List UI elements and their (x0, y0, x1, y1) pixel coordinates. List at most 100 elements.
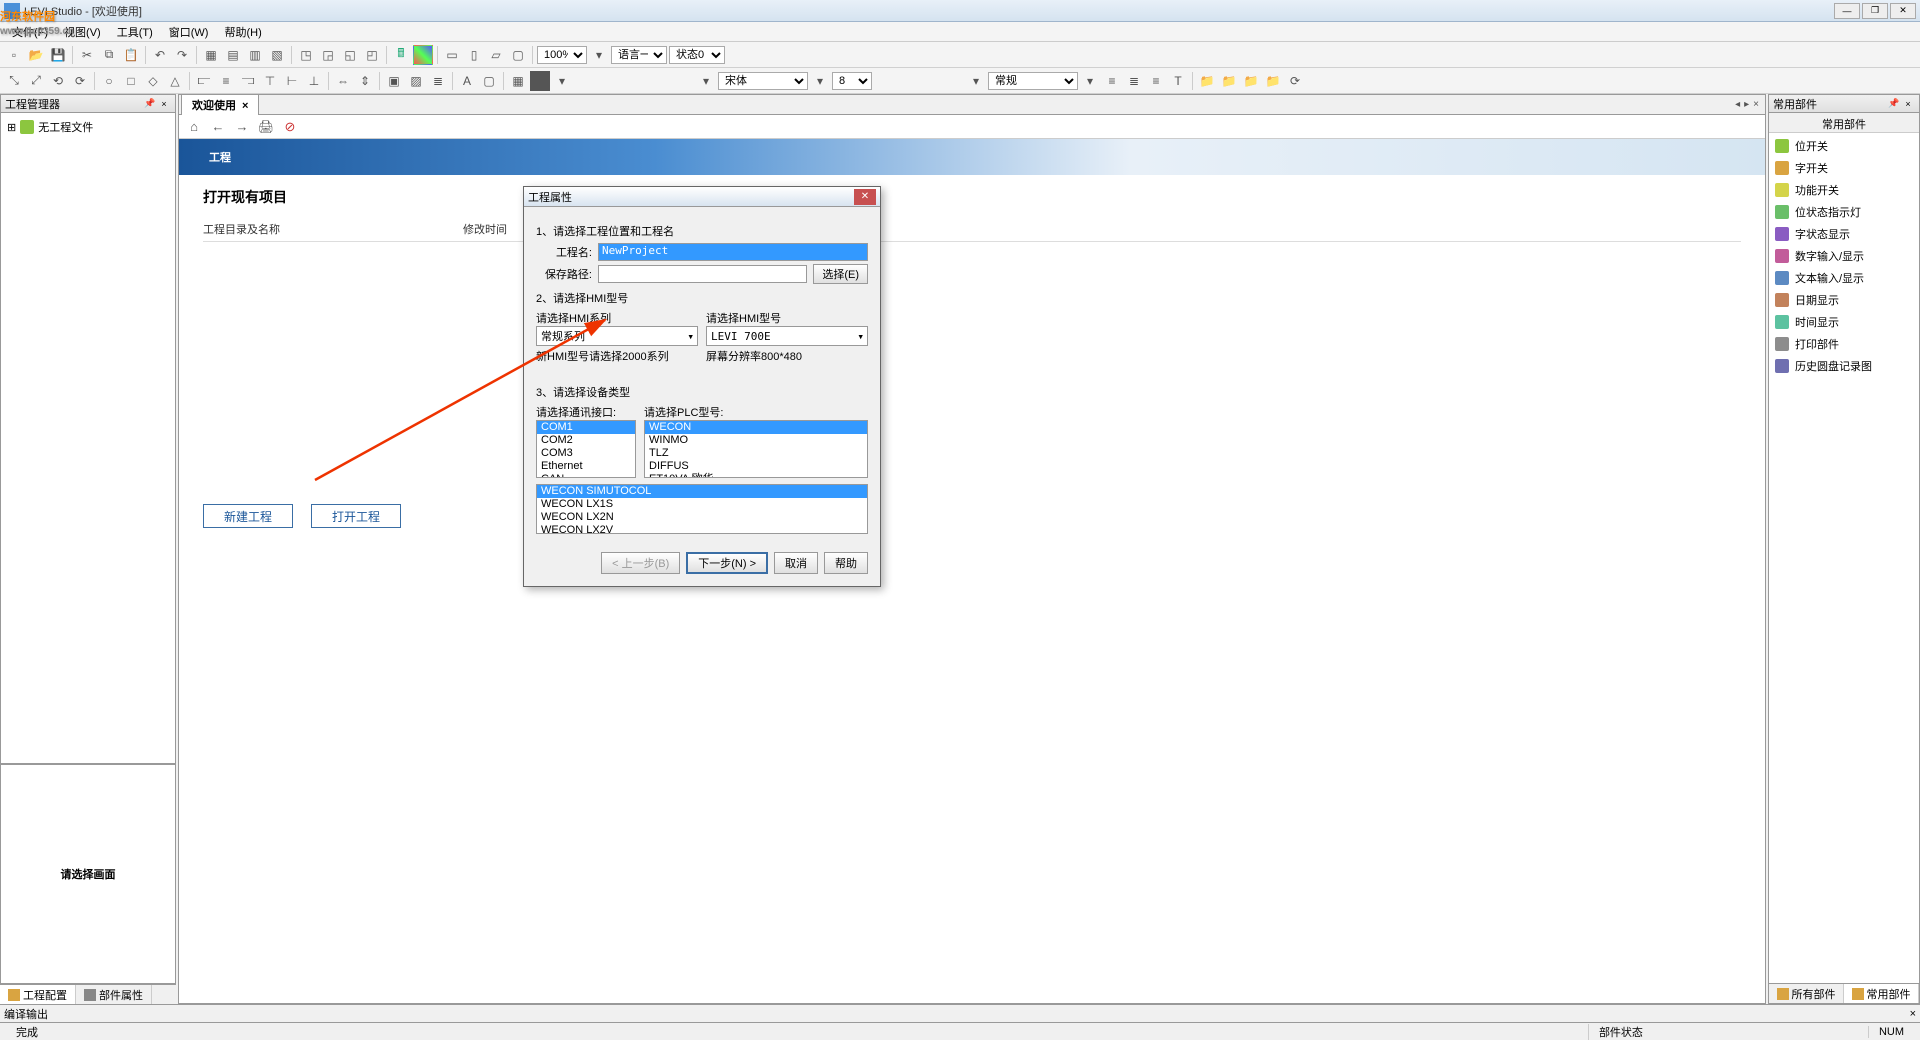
pin-icon[interactable]: 📌 (1887, 97, 1901, 111)
text-box-icon[interactable]: ▢ (479, 71, 499, 91)
list-item[interactable]: ET10VA 欧华 (645, 473, 867, 478)
back-icon[interactable]: ← (209, 118, 227, 136)
align-text-center-icon[interactable]: ≣ (1124, 71, 1144, 91)
text-icon[interactable]: A (457, 71, 477, 91)
close-tab-icon[interactable]: × (242, 100, 248, 112)
list-item[interactable]: WECON LX1S (537, 498, 867, 511)
list-item[interactable]: TLZ (645, 447, 867, 460)
align-icon[interactable]: ⤡ (4, 71, 24, 91)
document-tab-welcome[interactable]: 欢迎使用× (181, 94, 259, 115)
component-item[interactable]: 数字输入/显示 (1771, 245, 1917, 267)
tab-project-config[interactable]: 工程配置 (0, 985, 76, 1004)
grid-icon[interactable]: ▦ (508, 71, 528, 91)
home-icon[interactable]: ⌂ (185, 118, 203, 136)
shape-icon[interactable]: ○ (99, 71, 119, 91)
next-button[interactable]: 下一步(N) > (686, 552, 768, 574)
open-icon[interactable]: 📂 (26, 45, 46, 65)
list-item[interactable]: COM1 (537, 421, 635, 434)
component-item[interactable]: 时间显示 (1771, 311, 1917, 333)
tree-root-item[interactable]: ⊞ 无工程文件 (5, 117, 171, 137)
text-t-icon[interactable]: T (1168, 71, 1188, 91)
undo-icon[interactable]: ↶ (150, 45, 170, 65)
list-item[interactable]: COM3 (537, 447, 635, 460)
tool-icon[interactable]: ▭ (442, 45, 462, 65)
align-bot-icon[interactable]: ⊥ (304, 71, 324, 91)
dropdown-arrow-icon[interactable]: ▾ (810, 71, 830, 91)
close-panel-icon[interactable]: × (157, 97, 171, 111)
align-left-icon[interactable]: ⫍ (194, 71, 214, 91)
dropdown-arrow-icon[interactable]: ▾ (696, 71, 716, 91)
component-item[interactable]: 字状态显示 (1771, 223, 1917, 245)
list-item[interactable]: WINMO (645, 434, 867, 447)
list-item[interactable]: DIFFUS (645, 460, 867, 473)
open-project-button[interactable]: 打开工程 (311, 504, 401, 528)
zoom-combo[interactable]: 100% (537, 46, 587, 64)
component-item[interactable]: 位开关 (1771, 135, 1917, 157)
palette-icon[interactable] (413, 45, 433, 65)
port-listbox[interactable]: COM1COM2COM3EthernetCAN (536, 420, 636, 478)
project-name-input[interactable]: NewProject (598, 243, 868, 261)
align-icon[interactable]: ⟳ (70, 71, 90, 91)
color-icon[interactable] (530, 71, 550, 91)
dist-icon[interactable]: ⇕ (355, 71, 375, 91)
tab-nav-right-icon[interactable]: ▸ (1744, 99, 1749, 110)
menu-help[interactable]: 帮助(H) (216, 22, 269, 42)
tool-icon[interactable]: ▯ (464, 45, 484, 65)
hmi-model-combo[interactable]: LEVI 700E (706, 326, 868, 346)
status-combo[interactable]: 状态0 (669, 46, 725, 64)
component-item[interactable]: 位状态指示灯 (1771, 201, 1917, 223)
list-item[interactable]: WECON LX2N (537, 511, 867, 524)
component-item[interactable]: 历史圆盘记录图 (1771, 355, 1917, 377)
menu-tool[interactable]: 工具(T) (109, 22, 161, 42)
browse-button[interactable]: 选择(E) (813, 264, 868, 284)
component-item[interactable]: 日期显示 (1771, 289, 1917, 311)
layer-icon[interactable]: ≣ (428, 71, 448, 91)
pin-icon[interactable]: 📌 (143, 97, 157, 111)
hmi-series-combo[interactable]: 常规系列 (536, 326, 698, 346)
list-item[interactable]: Ethernet (537, 460, 635, 473)
shape-icon[interactable]: △ (165, 71, 185, 91)
list-item[interactable]: COM2 (537, 434, 635, 447)
align-right-icon[interactable]: ⫎ (238, 71, 258, 91)
component-item[interactable]: 打印部件 (1771, 333, 1917, 355)
minimize-button[interactable]: — (1834, 3, 1860, 19)
color-arrow-icon[interactable]: ▾ (552, 71, 572, 91)
align-text-left-icon[interactable]: ≡ (1102, 71, 1122, 91)
tab-all-parts[interactable]: 所有部件 (1769, 984, 1844, 1003)
dropdown-arrow-icon[interactable]: ▾ (966, 71, 986, 91)
align-text-right-icon[interactable]: ≡ (1146, 71, 1166, 91)
list-item[interactable]: WECON SIMUTOCOL (537, 485, 867, 498)
size-combo[interactable]: 8 (832, 72, 872, 90)
close-button[interactable]: ✕ (1890, 3, 1916, 19)
plc-listbox[interactable]: WECONWINMOTLZDIFFUSET10VA 欧华ECHNSC 深川 (644, 420, 868, 478)
new-icon[interactable]: ▫ (4, 45, 24, 65)
folder-icon[interactable]: 📁 (1241, 71, 1261, 91)
tool-icon[interactable]: ▧ (267, 45, 287, 65)
shape-icon[interactable]: □ (121, 71, 141, 91)
tab-part-property[interactable]: 部件属性 (76, 985, 152, 1004)
component-item[interactable]: 功能开关 (1771, 179, 1917, 201)
component-item[interactable]: 字开关 (1771, 157, 1917, 179)
help-button[interactable]: 帮助 (824, 552, 868, 574)
print-icon[interactable]: 🖨 (257, 118, 275, 136)
tab-nav-left-icon[interactable]: ◂ (1735, 99, 1740, 110)
folder-icon[interactable]: 📁 (1197, 71, 1217, 91)
cut-icon[interactable]: ✂ (77, 45, 97, 65)
menu-file[interactable]: 文件(F) (4, 22, 56, 42)
align-mid-icon[interactable]: ⊢ (282, 71, 302, 91)
menu-window[interactable]: 窗口(W) (161, 22, 217, 42)
folder-icon[interactable]: 📁 (1263, 71, 1283, 91)
dist-icon[interactable]: ⇔ (333, 71, 353, 91)
model-listbox[interactable]: WECON SIMUTOCOLWECON LX1SWECON LX2NWECON… (536, 484, 868, 534)
tool-icon[interactable]: ◱ (340, 45, 360, 65)
refresh-icon[interactable]: ⟳ (1285, 71, 1305, 91)
group-icon[interactable]: ▣ (384, 71, 404, 91)
list-item[interactable]: WECON LX2V (537, 524, 867, 534)
new-project-button[interactable]: 新建工程 (203, 504, 293, 528)
language-combo[interactable]: 语言一 (611, 46, 667, 64)
tool-icon[interactable]: ▤ (223, 45, 243, 65)
align-icon[interactable]: ⤢ (26, 71, 46, 91)
folder-icon[interactable]: 📁 (1219, 71, 1239, 91)
dialog-close-button[interactable]: ✕ (854, 189, 876, 205)
tool-icon[interactable]: ▥ (245, 45, 265, 65)
